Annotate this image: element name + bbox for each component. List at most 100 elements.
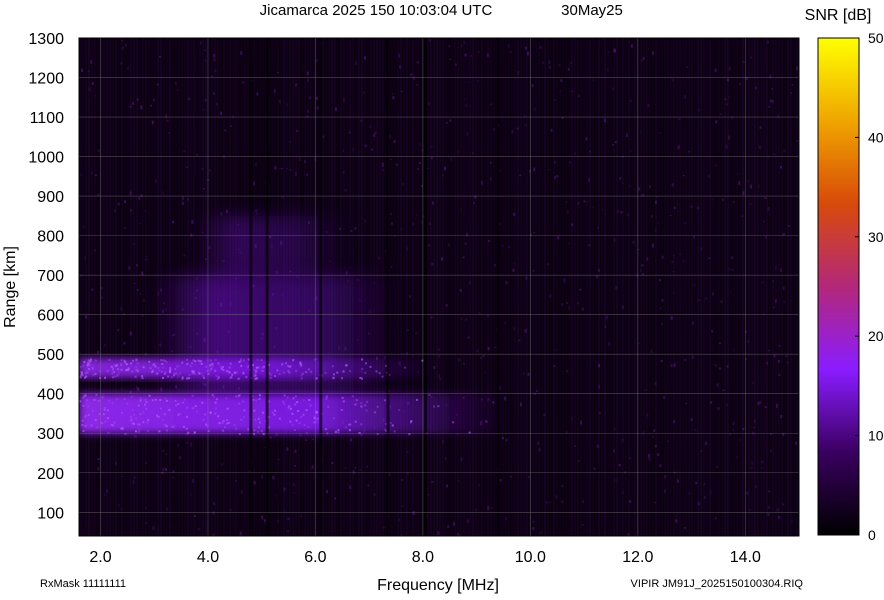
noise-column [751, 38, 753, 536]
noise-speck [759, 126, 762, 129]
noise-speck [142, 299, 145, 302]
noise-speck [197, 527, 200, 531]
noise-column [625, 38, 627, 536]
noise-speck [139, 293, 142, 296]
echo-speck [235, 427, 238, 430]
echo-speck [134, 375, 137, 378]
noise-speck [294, 172, 297, 177]
echo-speck [365, 409, 368, 412]
interference-line [249, 38, 253, 536]
noise-column [544, 38, 546, 536]
echo-speck [263, 365, 266, 368]
noise-speck [767, 40, 770, 44]
noise-speck [400, 228, 403, 231]
echo-speck [95, 393, 98, 396]
echo-speck [83, 360, 86, 363]
echo-speck [162, 366, 165, 369]
noise-speck [467, 81, 470, 83]
noise-speck [769, 99, 772, 103]
noise-speck [114, 208, 117, 213]
echo-speck [175, 372, 178, 375]
noise-speck [130, 208, 133, 212]
noise-speck [531, 84, 534, 88]
noise-speck [283, 487, 286, 491]
noise-speck [208, 169, 211, 172]
noise-column [580, 38, 582, 536]
noise-column [574, 38, 576, 536]
echo-speck [258, 394, 261, 397]
noise-speck [771, 99, 774, 103]
echo-speck [381, 375, 384, 378]
echo-speck [228, 366, 231, 369]
noise-speck [509, 50, 512, 53]
echo-speck [81, 374, 84, 377]
noise-speck [620, 211, 623, 214]
noise-speck [728, 66, 731, 71]
noise-speck [737, 173, 740, 175]
noise-speck [97, 466, 100, 471]
noise-speck [741, 215, 743, 217]
echo-speck [173, 372, 176, 375]
noise-speck [529, 169, 531, 173]
noise-speck [720, 300, 723, 303]
noise-column [550, 38, 552, 536]
noise-speck [213, 53, 216, 58]
noise-speck [528, 475, 530, 479]
noise-speck [607, 51, 610, 54]
noise-speck [466, 131, 469, 136]
noise-speck [693, 236, 696, 239]
noise-speck [463, 40, 466, 45]
noise-speck [697, 501, 700, 506]
noise-speck [294, 83, 297, 87]
noise-speck [121, 46, 124, 50]
noise-column [436, 38, 438, 536]
noise-column [118, 38, 120, 536]
noise-speck [542, 61, 544, 65]
echo-speck [135, 358, 138, 361]
noise-speck [580, 420, 583, 425]
echo-speck [151, 399, 154, 402]
noise-speck [203, 109, 206, 111]
noise-speck [683, 95, 686, 99]
noise-speck [725, 103, 728, 106]
echo-speck [256, 358, 259, 361]
echo-speck [231, 373, 234, 376]
noise-speck [393, 139, 396, 144]
echo-speck [349, 429, 351, 432]
echo-speck [209, 359, 212, 362]
noise-speck [103, 344, 106, 347]
noise-speck [527, 372, 530, 376]
noise-speck [253, 181, 256, 186]
echo-speck [257, 417, 260, 420]
echo-speck [115, 398, 118, 401]
noise-speck [690, 205, 693, 208]
noise-speck [787, 224, 790, 227]
noise-speck [406, 247, 408, 252]
noise-column [517, 38, 519, 536]
noise-speck [406, 451, 409, 453]
noise-speck [481, 180, 483, 185]
noise-speck [728, 267, 731, 271]
noise-column [697, 38, 699, 536]
noise-speck [155, 179, 157, 183]
noise-column [661, 38, 663, 536]
echo-speck [161, 363, 164, 366]
noise-speck [103, 494, 106, 496]
noise-speck [444, 166, 446, 171]
echo-speck [157, 366, 160, 369]
noise-speck [98, 462, 101, 464]
noise-speck [508, 246, 511, 249]
noise-column [658, 38, 660, 536]
echo-speck [174, 368, 177, 371]
echo-speck [218, 422, 221, 425]
noise-speck [152, 526, 155, 530]
noise-speck [504, 321, 507, 325]
noise-speck [412, 223, 415, 225]
noise-column [97, 38, 99, 536]
echo-speck [203, 413, 206, 416]
noise-speck [457, 151, 460, 153]
noise-speck [777, 516, 780, 519]
y-tick-label: 1100 [30, 110, 65, 127]
echo-speck [149, 367, 152, 370]
noise-speck [132, 479, 135, 484]
